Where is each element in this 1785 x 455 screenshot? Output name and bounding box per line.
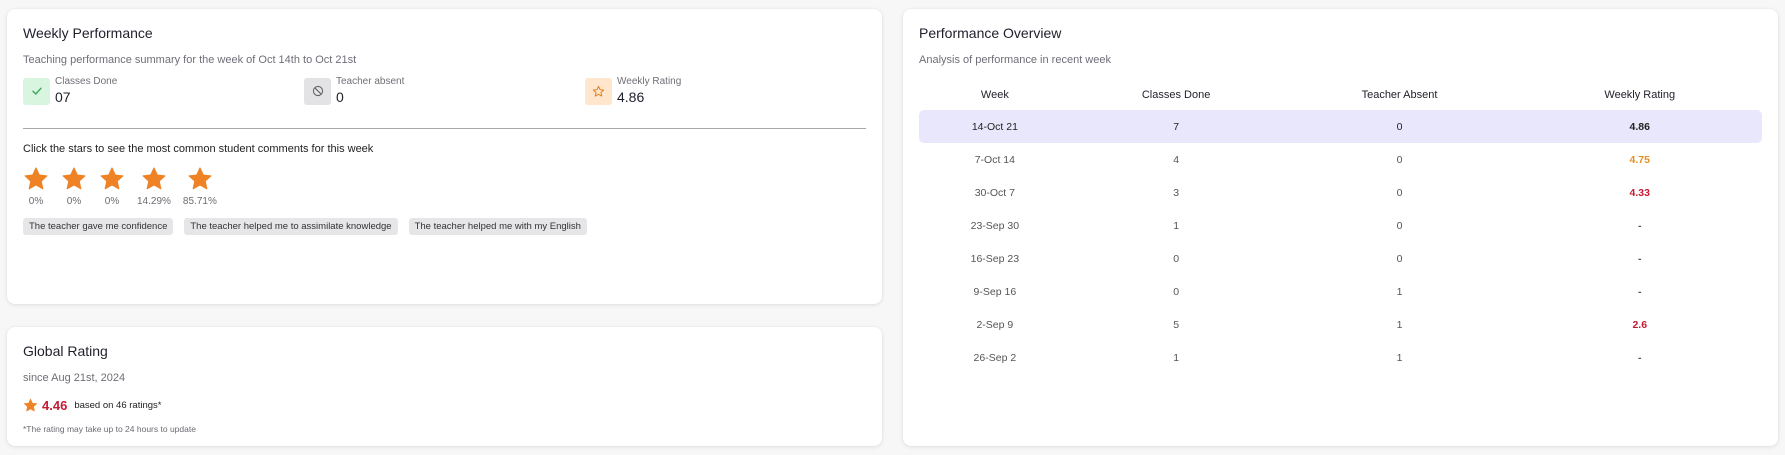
- cell-classes-done: 0: [1173, 252, 1180, 265]
- cell-teacher-absent: 0: [1281, 110, 1518, 143]
- cell-classes-done: 4: [1173, 153, 1180, 166]
- weekly-performance-card: Weekly Performance Teaching performance …: [7, 9, 882, 304]
- star-icon[interactable]: [187, 166, 213, 192]
- star-rating-breakdown: 0% 0% 0% 14.29% 85.71%: [23, 166, 866, 207]
- comment-chip: The teacher gave me confidence: [23, 218, 174, 235]
- global-rating-subtitle: since Aug 21st, 2024: [23, 372, 126, 384]
- star-percent: 0%: [66, 196, 82, 207]
- star-2[interactable]: 0%: [61, 166, 87, 207]
- table-row: 9-Sep 16 0 1 -: [919, 275, 1762, 308]
- stat-label: Classes Done: [55, 76, 118, 87]
- star-percent: 0%: [104, 196, 120, 207]
- global-rating-count: based on 46 ratings*: [74, 400, 162, 411]
- performance-overview-subtitle: Analysis of performance in recent week: [919, 54, 1111, 66]
- cell-teacher-absent: 1: [1396, 285, 1403, 298]
- cell-teacher-absent: 0: [1396, 153, 1403, 166]
- cell-weekly-rating: 4.86: [1517, 110, 1762, 143]
- cell-teacher-absent: 1: [1396, 318, 1403, 331]
- divider: [23, 128, 866, 129]
- cell-teacher-absent: 0: [1396, 219, 1403, 232]
- global-rating-title: Global Rating: [23, 343, 108, 359]
- comment-chip: The teacher helped me to assimilate know…: [184, 218, 398, 235]
- global-rating-note: *The rating may take up to 24 hours to u…: [23, 424, 196, 434]
- table-row: 23-Sep 30 1 0 -: [919, 209, 1762, 242]
- stat-value: 0: [336, 89, 344, 105]
- cell-classes-done: 7: [1070, 110, 1282, 143]
- cell-week: 7-Oct 14: [974, 153, 1015, 166]
- star-4[interactable]: 14.29%: [137, 166, 171, 207]
- star-outline-icon: [585, 77, 612, 105]
- absent-icon: [304, 77, 331, 105]
- cell-week: 26-Sep 2: [973, 351, 1017, 364]
- cell-classes-done: 0: [1173, 285, 1180, 298]
- cell-teacher-absent: 0: [1396, 252, 1403, 265]
- weekly-performance-subtitle: Teaching performance summary for the wee…: [23, 54, 357, 66]
- cell-week: 14-Oct 21: [919, 110, 1071, 143]
- cell-teacher-absent: 0: [1396, 186, 1403, 199]
- star-icon[interactable]: [99, 166, 125, 192]
- cell-weekly-rating: -: [1638, 252, 1642, 265]
- cell-weekly-rating: -: [1638, 351, 1642, 364]
- stat-classes-done: Classes Done 07: [23, 76, 304, 105]
- performance-overview-card: Performance Overview Analysis of perform…: [903, 9, 1778, 446]
- star-icon: [23, 398, 38, 412]
- stat-label: Weekly Rating: [617, 76, 682, 87]
- table-row: 30-Oct 7 3 0 4.33: [919, 176, 1762, 209]
- table-row: 14-Oct 21 7 0 4.86: [919, 110, 1762, 143]
- cell-teacher-absent: 1: [1396, 351, 1403, 364]
- column-header-teacher-absent: Teacher Absent: [1361, 89, 1438, 101]
- column-header-weekly-rating: Weekly Rating: [1604, 89, 1676, 101]
- cell-week: 9-Sep 16: [973, 285, 1017, 298]
- comment-chips: The teacher gave me confidence The teach…: [23, 218, 866, 235]
- cell-week: 30-Oct 7: [974, 186, 1015, 199]
- star-icon[interactable]: [23, 166, 49, 192]
- stat-value: 4.86: [617, 89, 645, 105]
- cell-classes-done: 3: [1173, 186, 1180, 199]
- cell-weekly-rating: 4.33: [1629, 186, 1650, 199]
- star-1[interactable]: 0%: [23, 166, 49, 207]
- star-percent: 0%: [28, 196, 44, 207]
- table-row: 26-Sep 2 1 1 -: [919, 341, 1762, 374]
- column-header-week: Week: [980, 89, 1009, 101]
- weekly-performance-title: Weekly Performance: [23, 25, 153, 41]
- star-3[interactable]: 0%: [99, 166, 125, 207]
- global-rating-card: Global Rating since Aug 21st, 2024 4.46 …: [7, 327, 882, 446]
- star-icon[interactable]: [61, 166, 87, 192]
- cell-week: 16-Sep 23: [970, 252, 1020, 265]
- cell-weekly-rating: 2.6: [1632, 318, 1648, 331]
- stat-teacher-absent: Teacher absent 0: [304, 76, 585, 105]
- table-header-row: Week Classes Done Teacher Absent Weekly …: [919, 80, 1762, 110]
- global-rating-value: 4.46: [42, 398, 68, 413]
- weekly-stats: Classes Done 07 Teacher absent 0 Weekly …: [23, 76, 866, 105]
- star-5[interactable]: 85.71%: [183, 166, 217, 207]
- global-rating-row: 4.46 based on 46 ratings*: [23, 398, 866, 413]
- cell-weekly-rating: 4.75: [1629, 153, 1650, 166]
- table-row: 7-Oct 14 4 0 4.75: [919, 143, 1762, 176]
- stat-value: 07: [55, 89, 71, 105]
- cell-week: 2-Sep 9: [976, 318, 1014, 331]
- star-percent: 14.29%: [137, 196, 171, 207]
- cell-classes-done: 1: [1173, 219, 1180, 232]
- cell-week: 23-Sep 30: [970, 219, 1020, 232]
- table-row: 16-Sep 23 0 0 -: [919, 242, 1762, 275]
- table-row: 2-Sep 9 5 1 2.6: [919, 308, 1762, 341]
- column-header-classes-done: Classes Done: [1141, 89, 1211, 101]
- performance-overview-title: Performance Overview: [919, 25, 1062, 41]
- cell-classes-done: 1: [1173, 351, 1180, 364]
- cell-classes-done: 5: [1173, 318, 1180, 331]
- star-percent: 85.71%: [182, 196, 217, 207]
- stat-label: Teacher absent: [336, 76, 405, 87]
- stat-weekly-rating: Weekly Rating 4.86: [585, 76, 866, 105]
- performance-table: Week Classes Done Teacher Absent Weekly …: [919, 80, 1762, 374]
- star-icon[interactable]: [141, 166, 167, 192]
- cell-weekly-rating: -: [1638, 285, 1642, 298]
- check-icon: [23, 77, 50, 105]
- stars-hint: Click the stars to see the most common s…: [23, 143, 374, 155]
- cell-weekly-rating: -: [1638, 219, 1642, 232]
- comment-chip: The teacher helped me with my English: [408, 218, 587, 235]
